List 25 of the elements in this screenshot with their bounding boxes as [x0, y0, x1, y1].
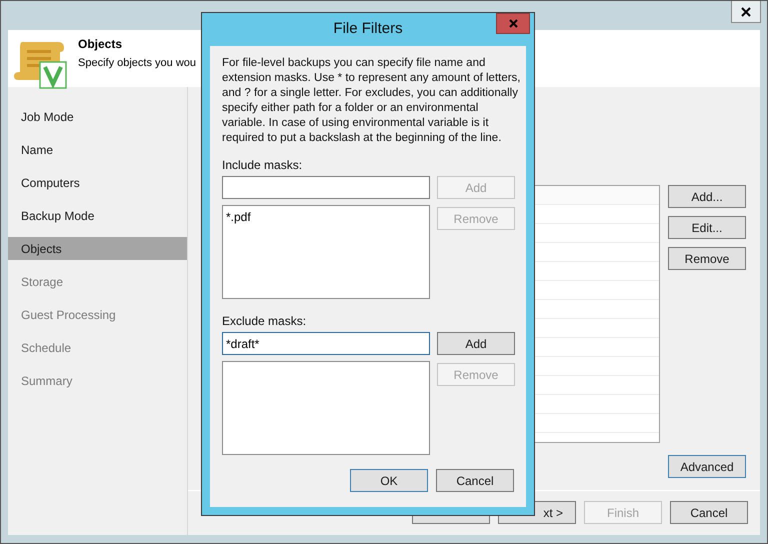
nav-item[interactable]: Backup Mode: [8, 204, 187, 227]
close-button[interactable]: [731, 1, 761, 23]
nav-item[interactable]: Name: [8, 138, 187, 161]
mask-input[interactable]: [222, 176, 430, 199]
page-subtitle: Specify objects you wou: [78, 56, 196, 71]
mask-item[interactable]: *.pdf: [226, 208, 426, 226]
field-label: Include masks:: [222, 157, 304, 174]
advanced-button[interactable]: Advanced: [668, 455, 746, 478]
add-mask-button[interactable]: Add: [437, 332, 515, 355]
field-label: Exclude masks:: [222, 313, 308, 330]
dialog-button[interactable]: Cancel: [436, 469, 514, 492]
page-title: Objects: [78, 36, 124, 53]
close-icon: [741, 6, 751, 16]
nav-item[interactable]: Job Mode: [8, 105, 187, 128]
list-action-button[interactable]: Edit...: [668, 216, 746, 239]
nav-item[interactable]: Computers: [8, 171, 187, 194]
list-action-button[interactable]: Remove: [668, 247, 746, 270]
mask-input[interactable]: *draft*: [222, 332, 430, 355]
nav-item[interactable]: Objects: [8, 237, 187, 260]
dialog-description: For file-level backups you can specify file name and extension masks. Use * to represent any amount of letters, and ? for a single letter. For excludes, you can additionally specify either path for a folder or an environmental variable. In case of using environmental variable is it required to put a backslash at the beginning of the line.: [222, 56, 522, 146]
dialog-button[interactable]: OK: [350, 469, 428, 492]
close-icon: [508, 19, 518, 28]
dialog-title: File Filters: [333, 19, 403, 40]
wizard-button[interactable]: Cancel: [670, 501, 748, 524]
list-action-button[interactable]: Add...: [668, 185, 746, 208]
